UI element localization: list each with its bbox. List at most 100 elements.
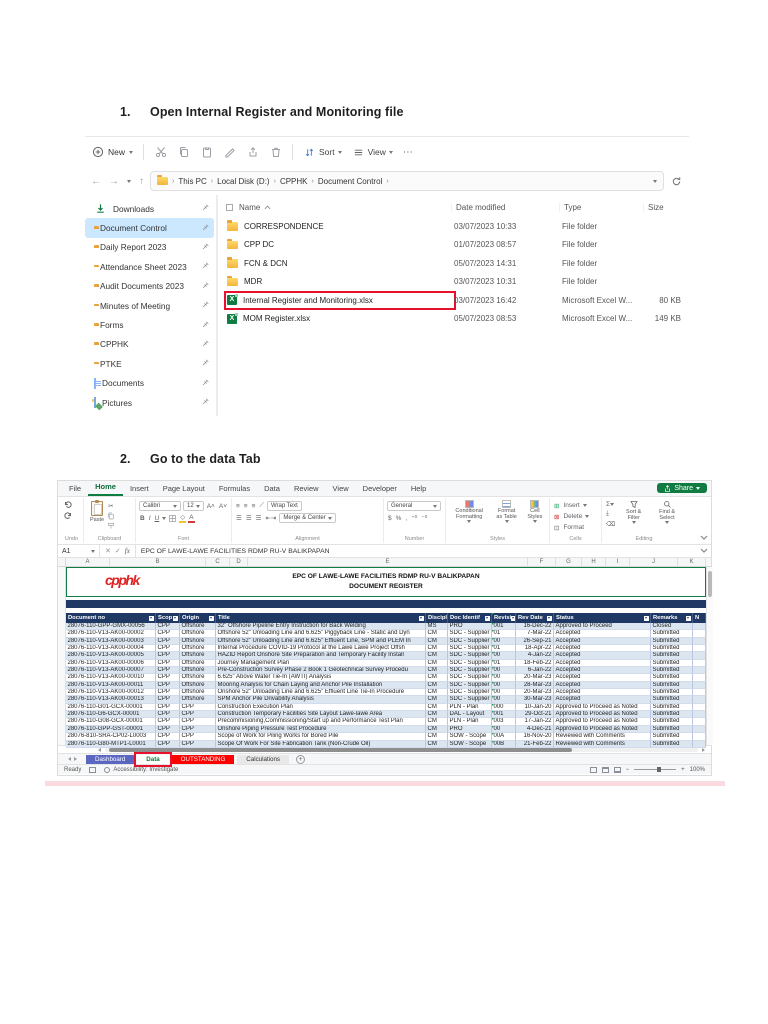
sidebar-item[interactable]: Documents bbox=[85, 374, 214, 393]
scroll-left-arrow[interactable] bbox=[98, 747, 101, 752]
undo-icon[interactable] bbox=[63, 500, 80, 511]
column-header-size[interactable]: Size bbox=[644, 203, 687, 212]
redo-icon[interactable] bbox=[63, 511, 80, 522]
align-center-icon[interactable]: ☰ bbox=[245, 514, 253, 522]
table-row[interactable]: 28076-110-G6-GCX-00001 CPP CPP Construct… bbox=[66, 711, 706, 719]
select-all-checkbox[interactable] bbox=[226, 203, 233, 211]
ribbon-tab[interactable]: Data bbox=[257, 482, 287, 496]
refresh-icon[interactable] bbox=[670, 175, 683, 188]
clear-button[interactable]: ⌫ bbox=[605, 520, 616, 528]
wrap-text-button[interactable]: Wrap Text bbox=[266, 501, 302, 511]
table-row[interactable]: 28076-110-GPP-GST-00001 CPP CPP Onshore … bbox=[66, 725, 706, 734]
table-row[interactable]: 28076-110-GPP-GMX-00056 CPP Offshore 32"… bbox=[66, 623, 706, 631]
up-button[interactable]: ↑ bbox=[139, 176, 144, 187]
column-letter[interactable]: B bbox=[110, 558, 206, 566]
new-button[interactable]: New bbox=[91, 146, 134, 159]
percent-style-icon[interactable]: % bbox=[395, 515, 403, 522]
font-name-select[interactable]: Calibri bbox=[139, 501, 182, 511]
cut-icon[interactable]: ✂ bbox=[107, 502, 115, 510]
table-row[interactable]: 28076-110-G08-GCX-00001 CPP CPP Precommi… bbox=[66, 718, 706, 726]
zoom-level[interactable]: 100% bbox=[690, 767, 705, 773]
insert-cells-button[interactable]: Insert bbox=[562, 502, 580, 509]
align-right-icon[interactable]: ☰ bbox=[255, 514, 263, 522]
sidebar-item[interactable]: CPPHK bbox=[85, 335, 214, 354]
rename-icon[interactable] bbox=[223, 146, 236, 159]
breadcrumb-item[interactable]: Document Control bbox=[318, 177, 382, 186]
increase-font-icon[interactable]: A˄ bbox=[206, 503, 216, 510]
file-row[interactable]: MOM Register.xlsx 05/07/2023 08:53 Micro… bbox=[226, 310, 689, 329]
select-all-corner[interactable] bbox=[58, 558, 66, 566]
align-top-icon[interactable]: ≡ bbox=[235, 503, 241, 510]
ribbon-tab[interactable]: Developer bbox=[356, 482, 404, 496]
sheet-nav-left[interactable] bbox=[68, 757, 71, 761]
header-rev-date[interactable]: Rev Date bbox=[516, 613, 554, 623]
page-layout-view-icon[interactable] bbox=[601, 766, 609, 773]
autosum-button[interactable]: Σ bbox=[605, 501, 616, 508]
sheet-tab[interactable]: Data bbox=[134, 751, 172, 767]
comma-style-icon[interactable]: , bbox=[404, 515, 408, 522]
paste-icon[interactable] bbox=[200, 146, 213, 159]
cell-styles-button[interactable]: Cell Styles bbox=[524, 500, 546, 524]
bold-button[interactable]: B bbox=[139, 515, 146, 522]
zoom-in-button[interactable]: + bbox=[681, 767, 685, 773]
italic-button[interactable]: I bbox=[148, 515, 152, 522]
scroll-right-arrow[interactable] bbox=[702, 747, 705, 752]
sheet-tab[interactable]: OUTSTANDING bbox=[171, 754, 235, 764]
vertical-scrollbar[interactable] bbox=[706, 567, 713, 745]
copy-icon[interactable] bbox=[107, 512, 115, 520]
increase-decimal-icon[interactable]: ⁺⁰ bbox=[410, 514, 418, 522]
column-letter[interactable]: D bbox=[230, 558, 248, 566]
table-row[interactable]: 28076-110-V13-AK00-00004 CPP Offshore In… bbox=[66, 645, 706, 653]
ribbon-tab[interactable]: Review bbox=[287, 482, 326, 496]
sort-filter-button[interactable]: Sort & Filter bbox=[619, 500, 648, 528]
table-row[interactable]: 28076-110-V13-AK00-00012 CPP Offshore On… bbox=[66, 689, 706, 697]
column-letter[interactable]: C bbox=[206, 558, 230, 566]
sidebar-item[interactable]: Minutes of Meeting bbox=[85, 296, 214, 315]
new-sheet-button[interactable]: + bbox=[296, 754, 305, 764]
breadcrumb-item[interactable]: Local Disk (D:) bbox=[217, 177, 269, 186]
column-letter[interactable]: G bbox=[556, 558, 582, 566]
collapse-ribbon-chevron[interactable] bbox=[700, 535, 708, 542]
share-icon[interactable] bbox=[246, 146, 259, 159]
sheet-tab[interactable]: Dashboard bbox=[86, 754, 135, 764]
table-row[interactable]: 28076-110-V13-AK00-00013 CPP Offshore SP… bbox=[66, 696, 706, 704]
fill-button[interactable]: ⤓ bbox=[605, 510, 616, 518]
name-box[interactable]: A1 bbox=[58, 545, 100, 557]
title-cell-a1[interactable]: cpphk EPC OF LAWE-LAWE FACILITIES RDMP R… bbox=[66, 567, 706, 597]
table-row[interactable]: 28076-110-G01-GCX-00001 CPP CPP Construc… bbox=[66, 703, 706, 712]
macro-record-icon[interactable] bbox=[89, 766, 97, 773]
share-button[interactable]: Share bbox=[657, 483, 707, 493]
page-break-view-icon[interactable] bbox=[613, 766, 621, 773]
table-row[interactable]: 28076-110-V13-AK00-00003 CPP Offshore Of… bbox=[66, 637, 706, 646]
table-row[interactable]: 28076-110-V13-AK00-00010 CPP Offshore 6.… bbox=[66, 674, 706, 682]
number-format-select[interactable]: General bbox=[387, 501, 441, 511]
normal-view-icon[interactable] bbox=[589, 766, 597, 773]
header-origin[interactable]: Origin bbox=[180, 613, 216, 623]
sidebar-item[interactable]: Downloads bbox=[85, 199, 214, 218]
sheet-tab[interactable]: Calculations bbox=[237, 754, 289, 764]
font-color-icon[interactable]: A bbox=[188, 514, 195, 523]
merge-center-button[interactable]: Merge & Center bbox=[279, 513, 336, 523]
forward-button[interactable]: → bbox=[109, 176, 119, 187]
sidebar-item[interactable]: Attendance Sheet 2023 bbox=[85, 257, 214, 276]
breadcrumb-item[interactable]: This PC bbox=[178, 177, 206, 186]
expand-formula-bar-chevron[interactable] bbox=[700, 548, 711, 555]
sidebar-item[interactable]: Document Control bbox=[85, 218, 215, 238]
column-letter[interactable]: F bbox=[528, 558, 556, 566]
orientation-icon[interactable]: ⟋ bbox=[258, 502, 265, 510]
file-row[interactable]: MDR 03/07/2023 10:31 File folder bbox=[226, 273, 689, 292]
align-middle-icon[interactable]: ≡ bbox=[243, 503, 249, 510]
find-select-button[interactable]: Find & Select bbox=[651, 500, 683, 528]
accessibility-status[interactable]: Accessibility: Investigate bbox=[113, 767, 178, 773]
zoom-out-button[interactable]: − bbox=[626, 767, 630, 773]
column-letter[interactable]: I bbox=[606, 558, 630, 566]
insert-function-icon[interactable]: fx bbox=[125, 547, 130, 555]
cancel-icon[interactable]: ✕ bbox=[105, 547, 111, 555]
header-scope[interactable]: Scop bbox=[156, 613, 180, 623]
accounting-format-icon[interactable]: $ bbox=[387, 515, 393, 522]
file-row[interactable]: FCN & DCN 05/07/2023 14:31 File folder bbox=[226, 254, 689, 273]
align-bottom-icon[interactable]: ≡ bbox=[251, 503, 257, 510]
table-row[interactable]: 28076-110-V13-AK00-00005 CPP Offshore HA… bbox=[66, 652, 706, 660]
paste-button[interactable]: Paste bbox=[87, 500, 107, 530]
column-header-type[interactable]: Type bbox=[560, 202, 644, 212]
